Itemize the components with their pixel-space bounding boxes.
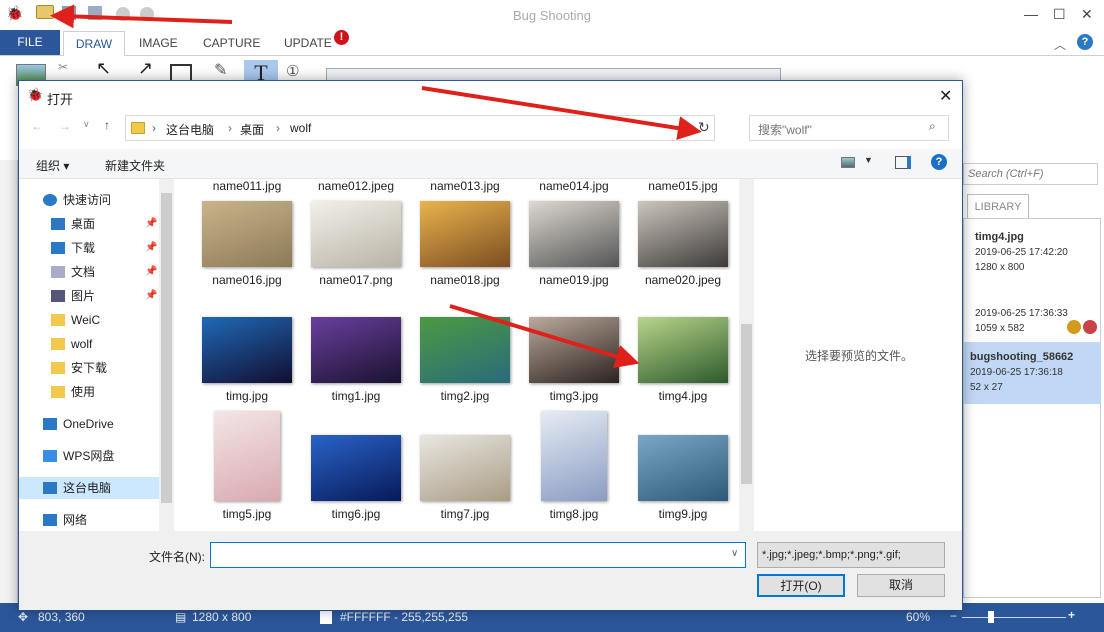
arrow-to-open-icon bbox=[50, 4, 233, 29]
arrow-to-search bbox=[421, 86, 702, 140]
arrow-to-timg4 bbox=[449, 304, 640, 368]
annotation-arrows bbox=[50, 4, 702, 368]
